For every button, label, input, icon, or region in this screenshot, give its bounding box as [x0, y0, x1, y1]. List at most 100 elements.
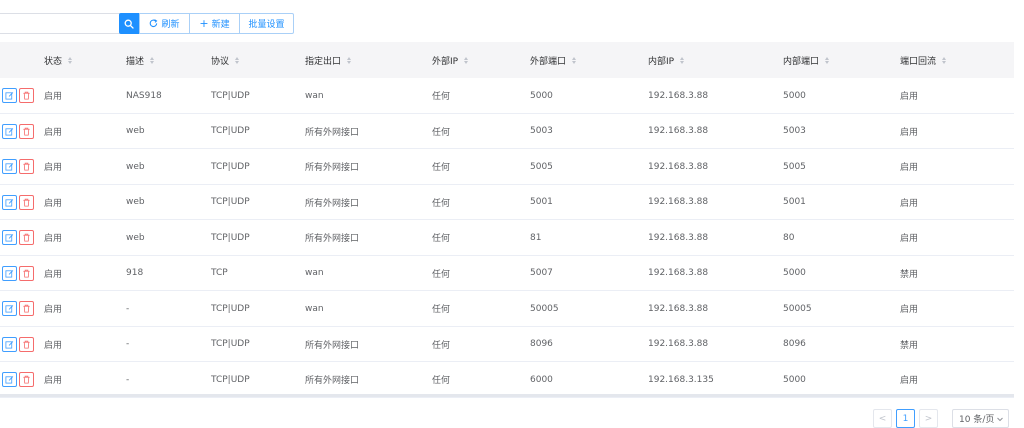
column-header-protocol[interactable]: 协议 [211, 42, 240, 78]
sort-caret-icon[interactable] [572, 56, 577, 64]
cell-hairpin: 启用 [900, 376, 919, 386]
cell-description: web [126, 161, 145, 172]
cell-protocol: TCP|UDP [211, 232, 250, 243]
row-actions [2, 185, 34, 220]
new-button[interactable]: + 新建 [189, 13, 240, 34]
cell-egress: 所有外网接口 [305, 234, 360, 244]
column-header-external-port[interactable]: 外部端口 [530, 42, 577, 78]
cell-internal-port: 5000 [783, 374, 806, 385]
cell-external-ip: 任何 [432, 376, 451, 386]
toolbar-buttons: 刷新 + 新建 批量设置 [139, 13, 294, 34]
column-header-internal-port[interactable]: 内部端口 [783, 42, 830, 78]
cell-hairpin: 启用 [900, 92, 919, 102]
sort-caret-icon[interactable] [347, 56, 352, 64]
delete-button[interactable] [19, 336, 34, 352]
table-body: 启用 NAS918 TCP|UDP wan 任何 5000 192.168.3.88 5000… [0, 78, 1014, 398]
cell-egress: wan [305, 90, 324, 101]
column-header-internal-ip[interactable]: 内部IP [648, 42, 685, 78]
edit-button[interactable] [2, 372, 17, 387]
delete-button[interactable] [19, 194, 34, 210]
search-icon [124, 19, 134, 29]
cell-hairpin: 启用 [900, 198, 919, 209]
row-actions [2, 327, 34, 362]
next-page-button[interactable]: > [919, 409, 938, 428]
port-forward-table: 状态 描述 协议 指定出口 外部IP 外部端口 内部IP 内部端口 端口回流 启用 NAS918 T… [0, 42, 1014, 398]
refresh-icon [150, 19, 158, 28]
cell-internal-port: 5000 [783, 268, 806, 278]
cell-status: 启用 [44, 127, 63, 138]
edit-button[interactable] [2, 230, 17, 245]
column-header-hairpin[interactable]: 端口回流 [900, 42, 947, 78]
cell-egress: 所有外网接口 [305, 163, 360, 173]
chevron-left-icon: < [878, 413, 887, 424]
table-row: 启用 NAS918 TCP|UDP wan 任何 5000 192.168.3.88 5000… [0, 78, 1014, 114]
batch-settings-button[interactable]: 批量设置 [239, 13, 294, 34]
prev-page-button[interactable]: < [873, 409, 892, 428]
edit-icon [5, 340, 14, 349]
sort-caret-icon[interactable] [942, 56, 947, 64]
table-row: 启用 web TCP|UDP 所有外网接口 任何 81 192.168.3.88 80 启用 [0, 220, 1014, 256]
delete-button[interactable] [19, 123, 34, 139]
column-header-label: 指定出口 [305, 56, 342, 67]
page-size-select[interactable]: 10 条/页 [952, 409, 1009, 428]
sort-caret-icon[interactable] [464, 56, 469, 64]
cell-internal-ip: 192.168.3.88 [648, 90, 709, 101]
edit-button[interactable] [2, 301, 17, 316]
delete-button[interactable] [19, 88, 34, 103]
trash-icon [23, 233, 30, 242]
cell-external-port: 5003 [530, 126, 553, 136]
search-button[interactable] [119, 13, 139, 34]
column-header-egress[interactable]: 指定出口 [305, 42, 352, 78]
new-label: 新建 [211, 20, 230, 30]
cell-hairpin: 启用 [900, 163, 919, 173]
column-header-label: 状态 [44, 56, 63, 67]
cell-external-port: 5005 [530, 161, 553, 172]
edit-icon [5, 269, 14, 278]
delete-button[interactable] [19, 301, 34, 316]
cell-status: 启用 [44, 269, 63, 280]
column-header-description[interactable]: 描述 [126, 42, 155, 78]
sort-caret-icon[interactable] [680, 56, 685, 64]
cell-external-port: 5007 [530, 268, 553, 278]
edit-button[interactable] [2, 265, 17, 281]
cell-protocol: TCP|UDP [211, 303, 250, 314]
delete-button[interactable] [19, 159, 34, 174]
sort-caret-icon[interactable] [150, 56, 155, 64]
edit-button[interactable] [2, 88, 17, 103]
page-number-button[interactable]: 1 [896, 409, 915, 428]
search-input[interactable] [0, 13, 120, 34]
cell-external-ip: 任何 [432, 92, 451, 102]
cell-protocol: TCP|UDP [211, 339, 250, 349]
delete-button[interactable] [19, 372, 34, 387]
sort-caret-icon[interactable] [825, 56, 830, 64]
trash-icon [23, 375, 30, 384]
edit-button[interactable] [2, 194, 17, 210]
delete-button[interactable] [19, 230, 34, 245]
column-header-status[interactable]: 状态 [44, 42, 73, 78]
cell-protocol: TCP|UDP [211, 126, 250, 136]
edit-button[interactable] [2, 159, 17, 174]
refresh-button[interactable]: 刷新 [139, 13, 190, 34]
cell-egress: 所有外网接口 [305, 340, 360, 351]
cell-hairpin: 禁用 [900, 340, 919, 351]
cell-external-port: 8096 [530, 339, 553, 349]
cell-internal-ip: 192.168.3.88 [648, 339, 709, 349]
cell-external-ip: 任何 [432, 163, 451, 173]
column-header-external-ip[interactable]: 外部IP [432, 42, 469, 78]
table-row: 启用 web TCP|UDP 所有外网接口 任何 5005 192.168.3.88 5005… [0, 149, 1014, 185]
cell-description: NAS918 [126, 90, 162, 101]
horizontal-scrollbar[interactable] [0, 394, 1014, 397]
cell-egress: 所有外网接口 [305, 376, 360, 386]
sort-caret-icon[interactable] [235, 56, 240, 64]
chevron-right-icon: > [924, 413, 933, 424]
cell-status: 启用 [44, 376, 63, 386]
edit-icon [5, 376, 14, 384]
delete-button[interactable] [19, 265, 34, 281]
cell-internal-port: 8096 [783, 339, 806, 349]
edit-button[interactable] [2, 336, 17, 352]
sort-caret-icon[interactable] [68, 56, 73, 64]
cell-status: 启用 [44, 198, 63, 209]
edit-button[interactable] [2, 123, 17, 139]
column-header-label: 外部IP [432, 56, 459, 67]
cell-internal-ip: 192.168.3.88 [648, 268, 709, 278]
